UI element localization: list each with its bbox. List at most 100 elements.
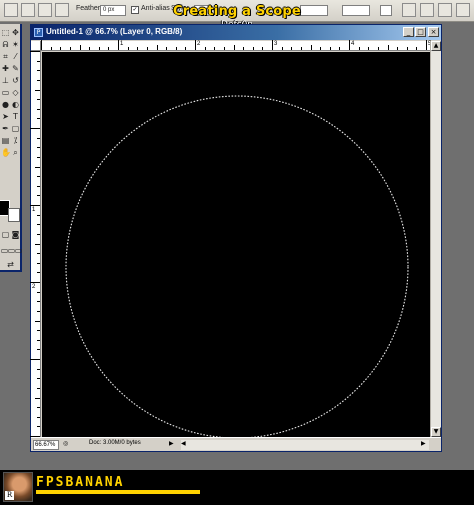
- ruler-tick: [37, 407, 40, 408]
- ruler-tick: [37, 138, 40, 139]
- eyedropper-icon[interactable]: ⁒: [11, 136, 20, 145]
- ruler-tick: [330, 47, 331, 50]
- lasso-tool-icon[interactable]: ᕱ: [1, 40, 10, 49]
- ruler-tick: [35, 321, 40, 322]
- ruler-tick: [397, 47, 398, 50]
- ruler-tick: [37, 80, 40, 81]
- status-menu-arrow-icon[interactable]: ▶: [169, 440, 174, 447]
- ruler-origin[interactable]: [31, 41, 41, 51]
- healing-brush-icon[interactable]: ✚: [1, 64, 10, 73]
- ruler-tick: [35, 244, 40, 245]
- canvas-graphic: [65, 95, 409, 439]
- ruler-tick: [253, 47, 254, 50]
- ruler-tick: [185, 47, 186, 50]
- ruler-tick: [37, 61, 40, 62]
- ruler-tick: [30, 51, 40, 52]
- ruler-tick: [301, 47, 302, 50]
- eraser-tool-icon[interactable]: ▭: [1, 88, 10, 97]
- magic-wand-icon[interactable]: ✶: [11, 40, 20, 49]
- scroll-right-button[interactable]: ▶: [421, 440, 426, 447]
- jump-to-imageready-icon[interactable]: ⇄: [6, 260, 15, 269]
- ruler-tick: [37, 224, 40, 225]
- quick-mask-icon[interactable]: ◙: [11, 230, 20, 239]
- zoom-tool-icon[interactable]: ⌕: [11, 148, 20, 157]
- ruler-tick: [368, 47, 369, 50]
- ruler-tick: [60, 47, 61, 50]
- history-brush-icon[interactable]: ↺: [11, 76, 20, 85]
- screen-mode-full-icon[interactable]: ▭: [14, 246, 23, 255]
- logo-underline: [36, 490, 200, 494]
- scroll-down-button[interactable]: ▼: [431, 427, 441, 437]
- ruler-tick: [35, 167, 40, 168]
- site-logo: FPSBANANA: [36, 475, 125, 490]
- horizontal-ruler[interactable]: 12345: [41, 40, 431, 51]
- scroll-up-button[interactable]: ▲: [431, 41, 441, 51]
- ruler-tick: [37, 292, 40, 293]
- ruler-tick: [224, 47, 225, 50]
- ruler-label: 2: [32, 284, 36, 290]
- dodge-tool-icon[interactable]: ◐: [11, 100, 20, 109]
- horizontal-scrollbar[interactable]: [181, 440, 429, 450]
- ruler-tick: [35, 398, 40, 399]
- ruler-tick: [89, 47, 90, 50]
- standard-mode-icon[interactable]: ▢: [1, 230, 10, 239]
- ruler-tick: [243, 47, 244, 50]
- circle-selection-marquee[interactable]: [65, 95, 409, 439]
- vertical-scrollbar[interactable]: ▲ ▼: [430, 41, 441, 437]
- hand-tool-icon[interactable]: ✋: [1, 148, 11, 157]
- document-titlebar[interactable]: P Untitled-1 @ 66.7% (Layer 0, RGB/8) _ …: [31, 25, 441, 40]
- selection-gap-segments: [112, 117, 362, 401]
- blur-tool-icon[interactable]: ●: [1, 100, 10, 109]
- ruler-tick: [234, 45, 235, 50]
- shape-tool-icon[interactable]: ▢: [11, 124, 20, 133]
- status-info-icon[interactable]: ◎: [63, 440, 68, 447]
- doc-size-info: Doc: 3.00M/0 bytes: [89, 440, 141, 446]
- slice-tool-icon[interactable]: ⁄: [11, 52, 20, 61]
- move-tool-icon[interactable]: ✥: [11, 28, 20, 37]
- footer-banner: R FPSBANANA: [0, 470, 474, 505]
- ruler-tick: [272, 40, 273, 50]
- ruler-tick: [205, 47, 206, 50]
- ruler-tick: [30, 282, 40, 283]
- scroll-left-button[interactable]: ◀: [181, 440, 186, 447]
- ruler-tick: [99, 47, 100, 50]
- ruler-tick: [37, 109, 40, 110]
- crop-tool-icon[interactable]: ⌗: [1, 52, 10, 61]
- ruler-tick: [339, 47, 340, 50]
- image-canvas[interactable]: [42, 52, 430, 439]
- ruler-tick: [41, 40, 42, 50]
- paint-bucket-icon[interactable]: ◇: [11, 88, 20, 97]
- background-color-swatch[interactable]: [8, 208, 20, 222]
- ruler-tick: [37, 426, 40, 427]
- close-button[interactable]: ×: [428, 27, 439, 37]
- ruler-label: 4: [351, 41, 355, 47]
- tools-palette: ⬚ ✥ ᕱ ✶ ⌗ ⁄ ✚ ✎ ⊥ ↺ ▭ ◇ ● ◐ ➤ T ✒ ▢ ▤ ⁒ …: [0, 24, 22, 272]
- notes-tool-icon[interactable]: ▤: [1, 136, 10, 145]
- maximize-button[interactable]: □: [415, 27, 426, 37]
- clone-stamp-icon[interactable]: ⊥: [1, 76, 10, 85]
- ruler-label: 1: [120, 41, 124, 47]
- ruler-label: 1: [32, 207, 36, 213]
- ruler-tick: [147, 47, 148, 50]
- ruler-tick: [291, 47, 292, 50]
- ruler-tick: [37, 349, 40, 350]
- marquee-tool-icon[interactable]: ⬚: [1, 28, 10, 37]
- ruler-tick: [37, 378, 40, 379]
- ruler-tick: [37, 340, 40, 341]
- ruler-label: 2: [197, 41, 201, 47]
- vertical-ruler[interactable]: 12: [30, 51, 41, 437]
- ruler-tick: [37, 195, 40, 196]
- brush-tool-icon[interactable]: ✎: [11, 64, 20, 73]
- ruler-tick: [37, 330, 40, 331]
- zoom-field[interactable]: 66.67%: [33, 440, 59, 450]
- path-select-icon[interactable]: ➤: [1, 112, 10, 121]
- minimize-button[interactable]: _: [403, 27, 414, 37]
- ruler-tick: [262, 47, 263, 50]
- pen-tool-icon[interactable]: ✒: [1, 124, 10, 133]
- type-tool-icon[interactable]: T: [11, 112, 20, 121]
- ruler-tick: [35, 90, 40, 91]
- ruler-tick: [37, 369, 40, 370]
- document-window: P Untitled-1 @ 66.7% (Layer 0, RGB/8) _ …: [30, 24, 442, 452]
- ruler-tick: [176, 47, 177, 50]
- ruler-tick: [407, 47, 408, 50]
